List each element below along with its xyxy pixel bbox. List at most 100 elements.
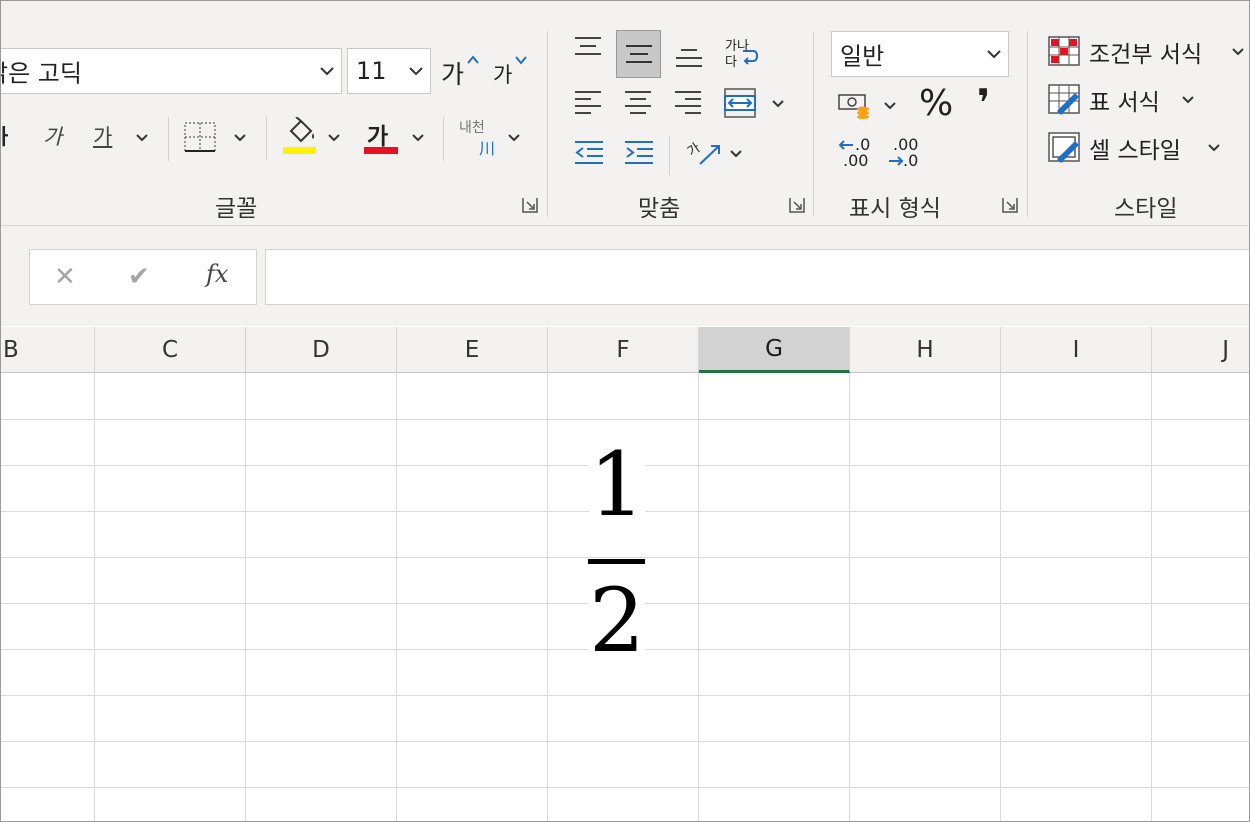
italic-button[interactable]: 가 [41, 119, 71, 155]
chevron-down-icon [409, 67, 423, 76]
chevron-down-icon [328, 134, 340, 142]
increase-font-size-button[interactable]: 가 [439, 51, 481, 91]
dialog-launcher-icon[interactable] [522, 197, 538, 213]
increase-font-label: 가 [441, 60, 465, 89]
decrease-decimal-button[interactable]: .00 .0 [885, 135, 925, 175]
number-format-value: 일반 [840, 42, 885, 71]
italic-label: 가 [43, 125, 63, 149]
enter-button[interactable]: ✔ [128, 262, 150, 292]
grid-vline [849, 373, 850, 821]
column-header-g[interactable]: G [699, 327, 850, 373]
orientation-arrow-icon [699, 145, 720, 165]
font-size-value: 11 [356, 57, 387, 85]
align-right-icon[interactable] [673, 89, 703, 117]
chevron-down-icon [320, 67, 334, 76]
decrease-indent-icon[interactable] [573, 139, 605, 167]
comma-style-button[interactable]: ❜ [977, 81, 990, 125]
number-group-label: 표시 형식 [849, 196, 941, 222]
column-header-d[interactable]: D [246, 327, 397, 373]
font-color-swatch [364, 147, 398, 154]
chevron-down-icon [1182, 96, 1194, 104]
align-left-icon[interactable] [573, 89, 603, 117]
align-center-icon[interactable] [623, 89, 653, 117]
conditional-formatting-label: 조건부 서식 [1089, 42, 1203, 68]
cell-styles-button[interactable]: 셀 스타일 [1047, 129, 1233, 165]
bold-button-partial[interactable]: 가 [1, 119, 17, 155]
column-label: C [161, 336, 179, 363]
align-top-icon[interactable] [573, 35, 603, 59]
merge-center-icon [724, 88, 756, 118]
chevron-down-icon [412, 134, 424, 142]
separator [168, 117, 169, 161]
borders-button[interactable] [183, 119, 249, 155]
excel-window: 맑은 고딕 11 가 가 가 가 가 [0, 0, 1250, 822]
number-format-combo[interactable]: 일반 [831, 31, 1009, 77]
grid-hline [1, 787, 1249, 788]
increase-indent-icon[interactable] [623, 139, 655, 167]
grid-vline [396, 373, 397, 821]
insert-function-button[interactable]: fx [206, 260, 228, 288]
accounting-format-button[interactable] [837, 89, 903, 123]
group-separator [813, 31, 814, 217]
bold-label: 가 [1, 121, 8, 151]
column-header-i[interactable]: I [1001, 327, 1152, 373]
fill-color-button[interactable] [281, 117, 345, 157]
dec-decimal-bottom: .0 [903, 151, 919, 170]
column-header-b[interactable]: B [1, 327, 95, 373]
chevron-down-icon [508, 134, 520, 142]
font-color-label: 가 [367, 124, 389, 150]
decrease-font-size-button[interactable]: 가 [491, 51, 531, 91]
underline-button[interactable]: 가 [93, 119, 153, 155]
chevron-down-icon [987, 50, 1001, 59]
fraction-denominator: 2 [589, 569, 645, 672]
column-header-j[interactable]: J [1152, 327, 1249, 373]
align-bottom-icon[interactable] [674, 45, 704, 69]
phonetic-button[interactable]: 내천 川 [457, 117, 527, 159]
grid-vline [547, 373, 548, 821]
caret-down-icon [515, 56, 527, 65]
column-header-c[interactable]: C [95, 327, 246, 373]
accounting-icon [838, 94, 869, 119]
wrap-text-button[interactable]: 가나 다 [723, 33, 763, 73]
chevron-down-icon [136, 134, 148, 142]
grid-vline [1000, 373, 1001, 821]
column-header-h[interactable]: H [850, 327, 1001, 373]
font-name-combo[interactable]: 맑은 고딕 [1, 48, 342, 94]
phonetic-bottom: 川 [479, 139, 496, 158]
align-middle-button[interactable] [616, 30, 661, 78]
column-label: B [3, 336, 19, 363]
merge-center-button[interactable] [723, 87, 789, 121]
orientation-button[interactable]: 가 [685, 135, 747, 173]
conditional-formatting-button[interactable]: 조건부 서식 [1047, 33, 1247, 69]
column-label: F [616, 336, 630, 363]
formula-input[interactable] [265, 249, 1249, 305]
grid-hline [1, 695, 1249, 696]
grid-hline [1, 741, 1249, 742]
chevron-down-icon [1232, 48, 1244, 56]
fraction-numerator: 1 [589, 433, 645, 536]
alignment-group-label: 맞춤 [638, 196, 681, 222]
column-label: D [312, 336, 330, 363]
grid-vline [1151, 373, 1152, 821]
format-as-table-button[interactable]: 표 서식 [1047, 81, 1207, 117]
cell-styles-label: 셀 스타일 [1089, 138, 1181, 164]
increase-decimal-button[interactable]: .0 .00 [837, 135, 877, 175]
grid-vline [698, 373, 699, 821]
phonetic-top: 내천 [459, 120, 485, 136]
dialog-launcher-icon[interactable] [789, 197, 805, 213]
column-label: G [765, 335, 783, 362]
inc-decimal-bottom: .00 [843, 151, 869, 170]
percent-style-button[interactable]: % [919, 83, 953, 124]
column-label: J [1222, 336, 1229, 363]
dialog-launcher-icon[interactable] [1002, 197, 1018, 213]
paint-bucket-icon [289, 117, 314, 143]
font-group-label: 글꼴 [215, 196, 258, 222]
caret-up-icon [467, 55, 479, 64]
column-header-f[interactable]: F [548, 327, 699, 373]
cancel-button[interactable]: ✕ [54, 262, 76, 292]
fraction-bar [588, 559, 645, 564]
font-color-button[interactable]: 가 [363, 117, 429, 157]
grid-hline [1, 419, 1249, 420]
font-size-combo[interactable]: 11 [347, 48, 431, 94]
column-header-e[interactable]: E [397, 327, 548, 373]
